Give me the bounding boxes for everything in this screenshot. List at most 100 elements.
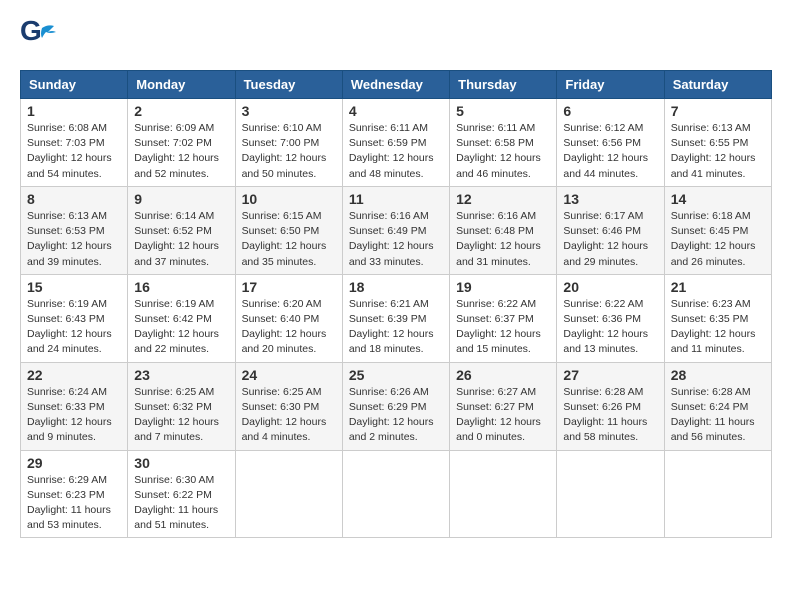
column-header-tuesday: Tuesday: [235, 71, 342, 99]
sunrise-label: Sunrise:: [563, 210, 604, 222]
calendar-cell: 20 Sunrise: 6:22 AM Sunset: 6:36 PM Dayl…: [557, 274, 664, 362]
sunrise-label: Sunrise:: [27, 122, 68, 134]
sunset-time: 6:55 PM: [709, 137, 748, 149]
sunrise-label: Sunrise:: [671, 386, 712, 398]
calendar-cell: 2 Sunrise: 6:09 AM Sunset: 7:02 PM Dayli…: [128, 99, 235, 187]
day-info: Sunrise: 6:22 AM Sunset: 6:37 PM Dayligh…: [456, 297, 550, 358]
day-number: 2: [134, 103, 228, 119]
daylight-label: Daylight: 12 hours and 7 minutes.: [134, 416, 219, 443]
sunset-label: Sunset:: [27, 137, 66, 149]
daylight-label: Daylight: 12 hours and 31 minutes.: [456, 240, 541, 267]
day-number: 21: [671, 279, 765, 295]
calendar-table: SundayMondayTuesdayWednesdayThursdayFrid…: [20, 70, 772, 538]
sunrise-time: 6:19 AM: [68, 298, 107, 310]
daylight-label: Daylight: 11 hours and 58 minutes.: [563, 416, 647, 443]
sunset-time: 6:24 PM: [709, 401, 748, 413]
column-header-friday: Friday: [557, 71, 664, 99]
sunrise-time: 6:28 AM: [605, 386, 644, 398]
day-info: Sunrise: 6:25 AM Sunset: 6:32 PM Dayligh…: [134, 385, 228, 446]
sunset-time: 6:49 PM: [387, 225, 426, 237]
calendar-cell: [664, 450, 771, 538]
day-info: Sunrise: 6:19 AM Sunset: 6:42 PM Dayligh…: [134, 297, 228, 358]
daylight-label: Daylight: 12 hours and 54 minutes.: [27, 152, 112, 179]
day-number: 10: [242, 191, 336, 207]
sunrise-time: 6:25 AM: [283, 386, 322, 398]
sunset-label: Sunset:: [349, 225, 388, 237]
sunrise-time: 6:21 AM: [390, 298, 429, 310]
day-info: Sunrise: 6:10 AM Sunset: 7:00 PM Dayligh…: [242, 121, 336, 182]
daylight-label: Daylight: 12 hours and 9 minutes.: [27, 416, 112, 443]
daylight-label: Daylight: 12 hours and 50 minutes.: [242, 152, 327, 179]
sunset-time: 6:48 PM: [495, 225, 534, 237]
day-info: Sunrise: 6:24 AM Sunset: 6:33 PM Dayligh…: [27, 385, 121, 446]
day-number: 13: [563, 191, 657, 207]
sunrise-time: 6:22 AM: [605, 298, 644, 310]
day-number: 20: [563, 279, 657, 295]
sunrise-time: 6:16 AM: [498, 210, 537, 222]
sunrise-time: 6:25 AM: [176, 386, 215, 398]
sunrise-time: 6:09 AM: [176, 122, 215, 134]
sunset-label: Sunset:: [563, 401, 602, 413]
sunset-label: Sunset:: [456, 313, 495, 325]
day-number: 27: [563, 367, 657, 383]
calendar-cell: 5 Sunrise: 6:11 AM Sunset: 6:58 PM Dayli…: [450, 99, 557, 187]
sunset-time: 6:59 PM: [387, 137, 426, 149]
calendar-cell: 27 Sunrise: 6:28 AM Sunset: 6:26 PM Dayl…: [557, 362, 664, 450]
sunset-label: Sunset:: [349, 313, 388, 325]
sunset-label: Sunset:: [671, 401, 710, 413]
sunrise-label: Sunrise:: [27, 298, 68, 310]
sunrise-time: 6:29 AM: [68, 474, 107, 486]
day-number: 3: [242, 103, 336, 119]
daylight-label: Daylight: 12 hours and 18 minutes.: [349, 328, 434, 355]
sunrise-label: Sunrise:: [671, 298, 712, 310]
day-info: Sunrise: 6:19 AM Sunset: 6:43 PM Dayligh…: [27, 297, 121, 358]
calendar-header-row: SundayMondayTuesdayWednesdayThursdayFrid…: [21, 71, 772, 99]
sunrise-label: Sunrise:: [456, 210, 497, 222]
sunrise-time: 6:27 AM: [498, 386, 537, 398]
sunrise-label: Sunrise:: [671, 210, 712, 222]
sunrise-label: Sunrise:: [349, 210, 390, 222]
sunrise-label: Sunrise:: [242, 386, 283, 398]
calendar-cell: 9 Sunrise: 6:14 AM Sunset: 6:52 PM Dayli…: [128, 186, 235, 274]
day-info: Sunrise: 6:14 AM Sunset: 6:52 PM Dayligh…: [134, 209, 228, 270]
day-info: Sunrise: 6:13 AM Sunset: 6:53 PM Dayligh…: [27, 209, 121, 270]
sunset-label: Sunset:: [242, 313, 281, 325]
sunset-label: Sunset:: [456, 225, 495, 237]
sunset-time: 6:58 PM: [495, 137, 534, 149]
day-info: Sunrise: 6:12 AM Sunset: 6:56 PM Dayligh…: [563, 121, 657, 182]
day-number: 15: [27, 279, 121, 295]
day-info: Sunrise: 6:26 AM Sunset: 6:29 PM Dayligh…: [349, 385, 443, 446]
sunrise-time: 6:12 AM: [605, 122, 644, 134]
daylight-label: Daylight: 12 hours and 13 minutes.: [563, 328, 648, 355]
calendar-cell: 22 Sunrise: 6:24 AM Sunset: 6:33 PM Dayl…: [21, 362, 128, 450]
sunset-time: 6:35 PM: [709, 313, 748, 325]
calendar-cell: 16 Sunrise: 6:19 AM Sunset: 6:42 PM Dayl…: [128, 274, 235, 362]
sunrise-time: 6:24 AM: [68, 386, 107, 398]
day-number: 25: [349, 367, 443, 383]
calendar-week-row: 8 Sunrise: 6:13 AM Sunset: 6:53 PM Dayli…: [21, 186, 772, 274]
day-info: Sunrise: 6:18 AM Sunset: 6:45 PM Dayligh…: [671, 209, 765, 270]
sunset-label: Sunset:: [27, 225, 66, 237]
daylight-label: Daylight: 12 hours and 26 minutes.: [671, 240, 756, 267]
daylight-label: Daylight: 12 hours and 11 minutes.: [671, 328, 756, 355]
day-info: Sunrise: 6:22 AM Sunset: 6:36 PM Dayligh…: [563, 297, 657, 358]
day-number: 1: [27, 103, 121, 119]
calendar-cell: 30 Sunrise: 6:30 AM Sunset: 6:22 PM Dayl…: [128, 450, 235, 538]
sunset-time: 7:00 PM: [280, 137, 319, 149]
sunset-label: Sunset:: [134, 225, 173, 237]
sunrise-label: Sunrise:: [349, 298, 390, 310]
sunset-label: Sunset:: [242, 401, 281, 413]
sunset-time: 7:03 PM: [66, 137, 105, 149]
day-number: 30: [134, 455, 228, 471]
day-number: 9: [134, 191, 228, 207]
sunset-label: Sunset:: [671, 313, 710, 325]
sunset-time: 6:53 PM: [66, 225, 105, 237]
sunrise-label: Sunrise:: [242, 298, 283, 310]
calendar-cell: [450, 450, 557, 538]
sunrise-label: Sunrise:: [134, 386, 175, 398]
sunrise-label: Sunrise:: [27, 474, 68, 486]
day-number: 6: [563, 103, 657, 119]
day-info: Sunrise: 6:16 AM Sunset: 6:49 PM Dayligh…: [349, 209, 443, 270]
sunset-time: 6:39 PM: [387, 313, 426, 325]
sunrise-time: 6:13 AM: [712, 122, 751, 134]
